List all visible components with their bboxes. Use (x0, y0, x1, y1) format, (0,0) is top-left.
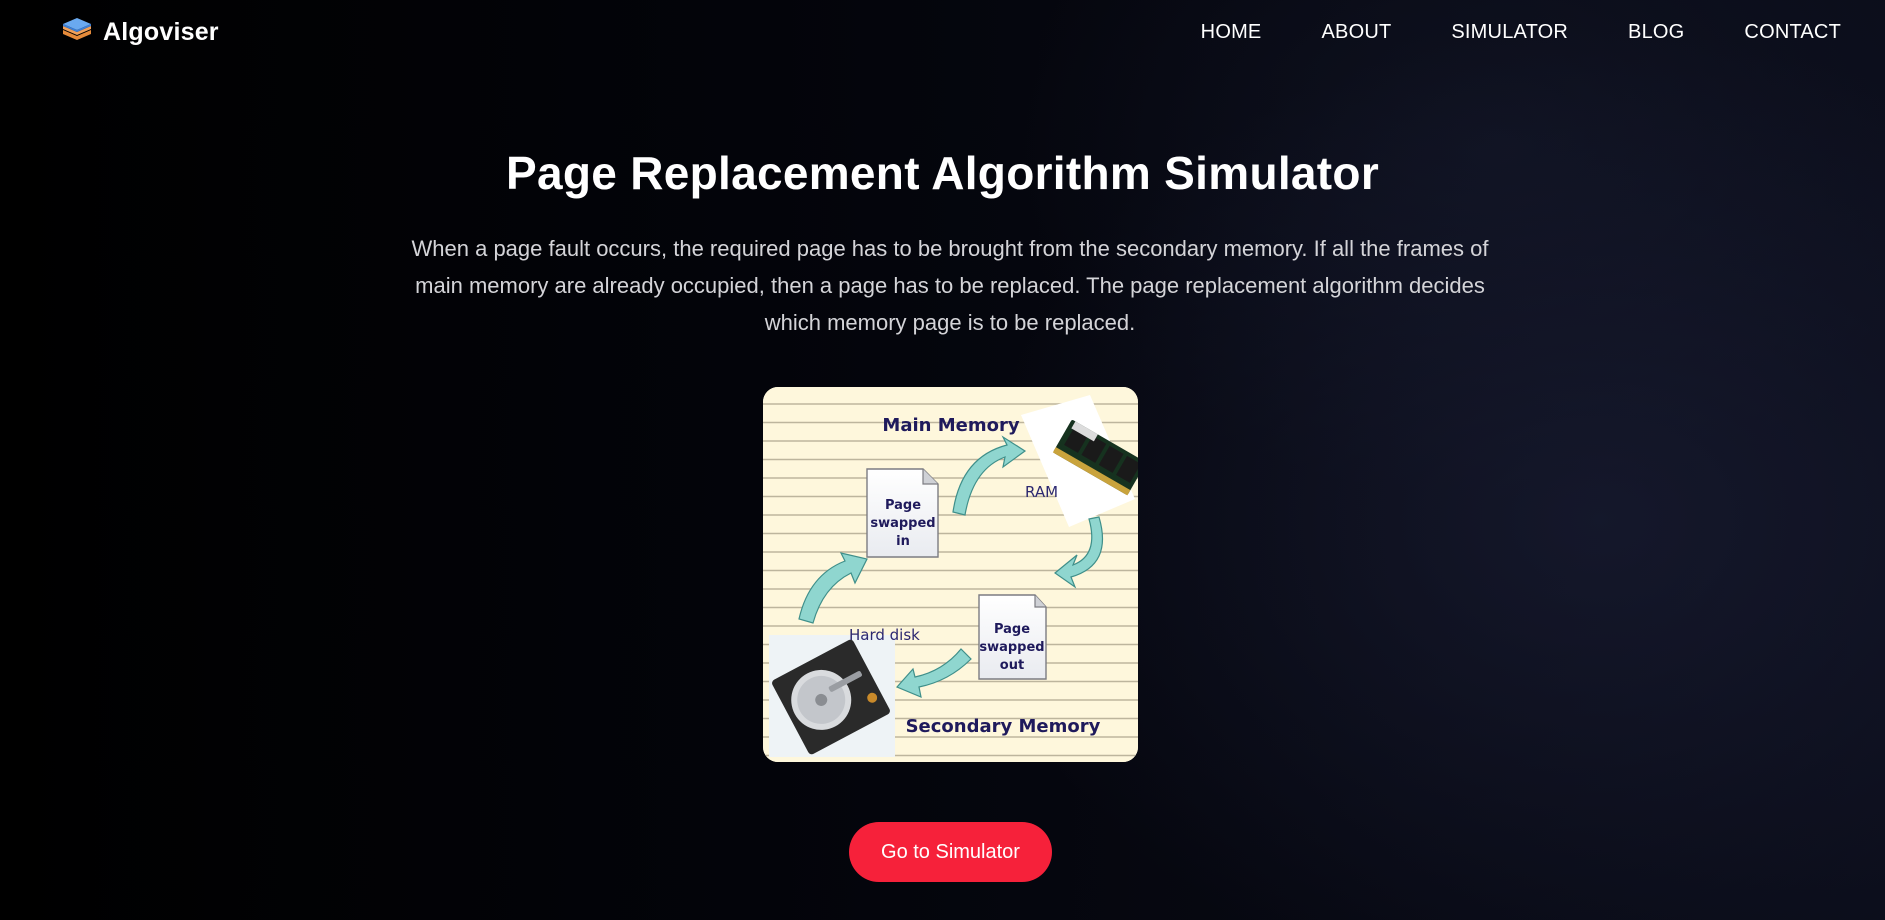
nav-about[interactable]: ABOUT (1321, 21, 1391, 44)
hard-disk-image (769, 635, 895, 757)
page-out-line-1: Page (994, 622, 1030, 637)
layers-icon (63, 18, 91, 40)
navbar: Algoviser HOME ABOUT SIMULATOR BLOG CONT… (0, 0, 1885, 66)
nav-contact[interactable]: CONTACT (1744, 21, 1841, 44)
secondary-memory-label: Secondary Memory (906, 716, 1101, 737)
nav-home[interactable]: HOME (1201, 21, 1262, 44)
page-swapped-in-document: Page swapped in (866, 468, 939, 558)
page-out-line-2: swapped (979, 640, 1044, 655)
page-swapped-out-document: Page swapped out (978, 594, 1047, 680)
page-description: When a page fault occurs, the required p… (411, 236, 1489, 335)
ram-label: RAM (1025, 483, 1058, 501)
diagram-svg: Main Memory RAM Page swapped in Page swa… (763, 387, 1138, 762)
page-in-line-2: swapped (870, 516, 935, 531)
brand-name: Algoviser (103, 17, 219, 46)
nav-blog[interactable]: BLOG (1628, 21, 1684, 44)
main-memory-label: Main Memory (882, 415, 1019, 436)
hard-disk-label: Hard disk (849, 626, 920, 644)
page-in-line-1: Page (885, 498, 921, 513)
page-replacement-diagram: Main Memory RAM Page swapped in Page swa… (763, 387, 1138, 762)
page-title: Page Replacement Algorithm Simulator (505, 147, 1380, 199)
go-to-simulator-button[interactable]: Go to Simulator (849, 822, 1052, 882)
nav-links: HOME ABOUT SIMULATOR BLOG CONTACT (1141, 21, 1841, 44)
page: Algoviser HOME ABOUT SIMULATOR BLOG CONT… (0, 0, 1885, 920)
page-out-line-3: out (1000, 658, 1024, 673)
nav-simulator[interactable]: SIMULATOR (1451, 21, 1568, 44)
page-in-line-3: in (896, 534, 910, 549)
brand[interactable]: Algoviser (61, 16, 219, 48)
